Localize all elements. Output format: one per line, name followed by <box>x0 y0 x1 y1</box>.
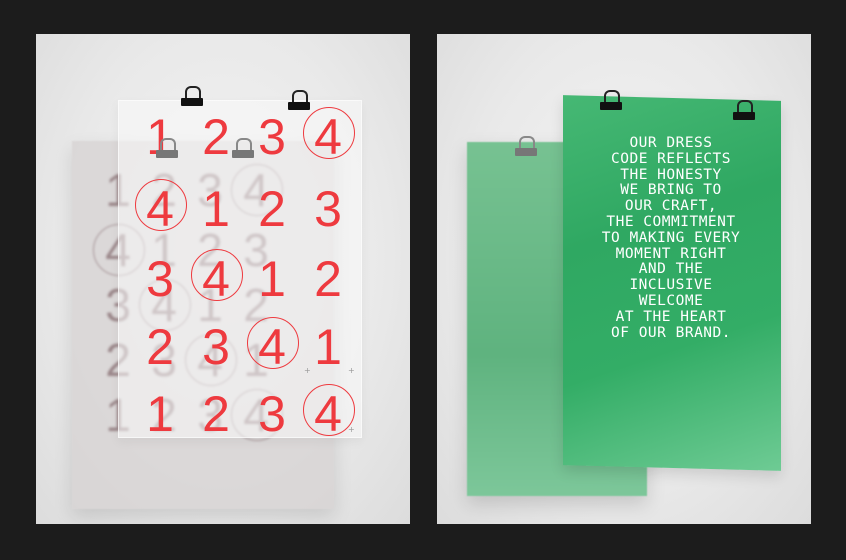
binder-clip-icon <box>600 90 622 110</box>
front-digit: 3 <box>258 109 286 165</box>
poster-line: TO MAKING EVERY <box>601 229 741 246</box>
poster-line: MOMENT RIGHT <box>615 245 727 262</box>
front-circle-mark <box>303 107 355 159</box>
poster-line: THE COMMITMENT <box>606 213 736 230</box>
front-digit: 2 <box>314 251 342 307</box>
poster-line: CODE REFLECTS <box>611 150 731 167</box>
binder-clip-icon <box>515 136 537 156</box>
front-digit: 3 <box>202 319 230 375</box>
crop-mark-icon: + <box>304 366 311 375</box>
poster-line: OUR DRESS <box>629 135 713 151</box>
binder-clip-icon <box>288 90 310 110</box>
photo-number-posters: 12344123341223411234 1234412334122341123… <box>36 34 410 524</box>
front-digit: 1 <box>146 386 174 442</box>
photo-green-poster: OUR DRESS CODE REFLECTS THE HONESTY WE BRIN… <box>437 34 811 524</box>
front-digit: 3 <box>146 251 174 307</box>
front-digit: 2 <box>258 181 286 237</box>
poster-line: INCLUSIVE <box>629 277 713 294</box>
poster-slogan: OUR DRESS CODE REFLECTS THE HONESTY WE BRIN… <box>571 135 771 341</box>
poster-line: AND THE <box>638 261 704 278</box>
poster-line: OUR CRAFT, <box>624 198 718 215</box>
binder-clip-icon <box>232 138 254 158</box>
poster-line: AT THE HEART <box>615 308 727 325</box>
binder-clip-icon <box>156 138 178 158</box>
front-circle-mark <box>135 179 187 231</box>
poster-line: THE HONESTY <box>620 166 722 183</box>
poster-line: WELCOME <box>638 292 704 309</box>
front-digit: 3 <box>258 386 286 442</box>
front-digit: 1 <box>258 251 286 307</box>
poster-line: OF OUR BRAND. <box>611 324 731 341</box>
binder-clip-icon <box>181 86 203 106</box>
front-digit: 1 <box>314 319 342 375</box>
crop-mark-icon: + <box>348 366 355 375</box>
crop-mark-icon: + <box>348 425 355 434</box>
front-digit: 1 <box>202 181 230 237</box>
front-digit: 2 <box>146 319 174 375</box>
front-digit: 3 <box>314 181 342 237</box>
front-circle-mark <box>247 317 299 369</box>
poster-line: WE BRING TO <box>620 182 722 199</box>
front-circle-mark <box>191 249 243 301</box>
binder-clip-icon <box>733 100 755 120</box>
front-digit: 2 <box>202 386 230 442</box>
